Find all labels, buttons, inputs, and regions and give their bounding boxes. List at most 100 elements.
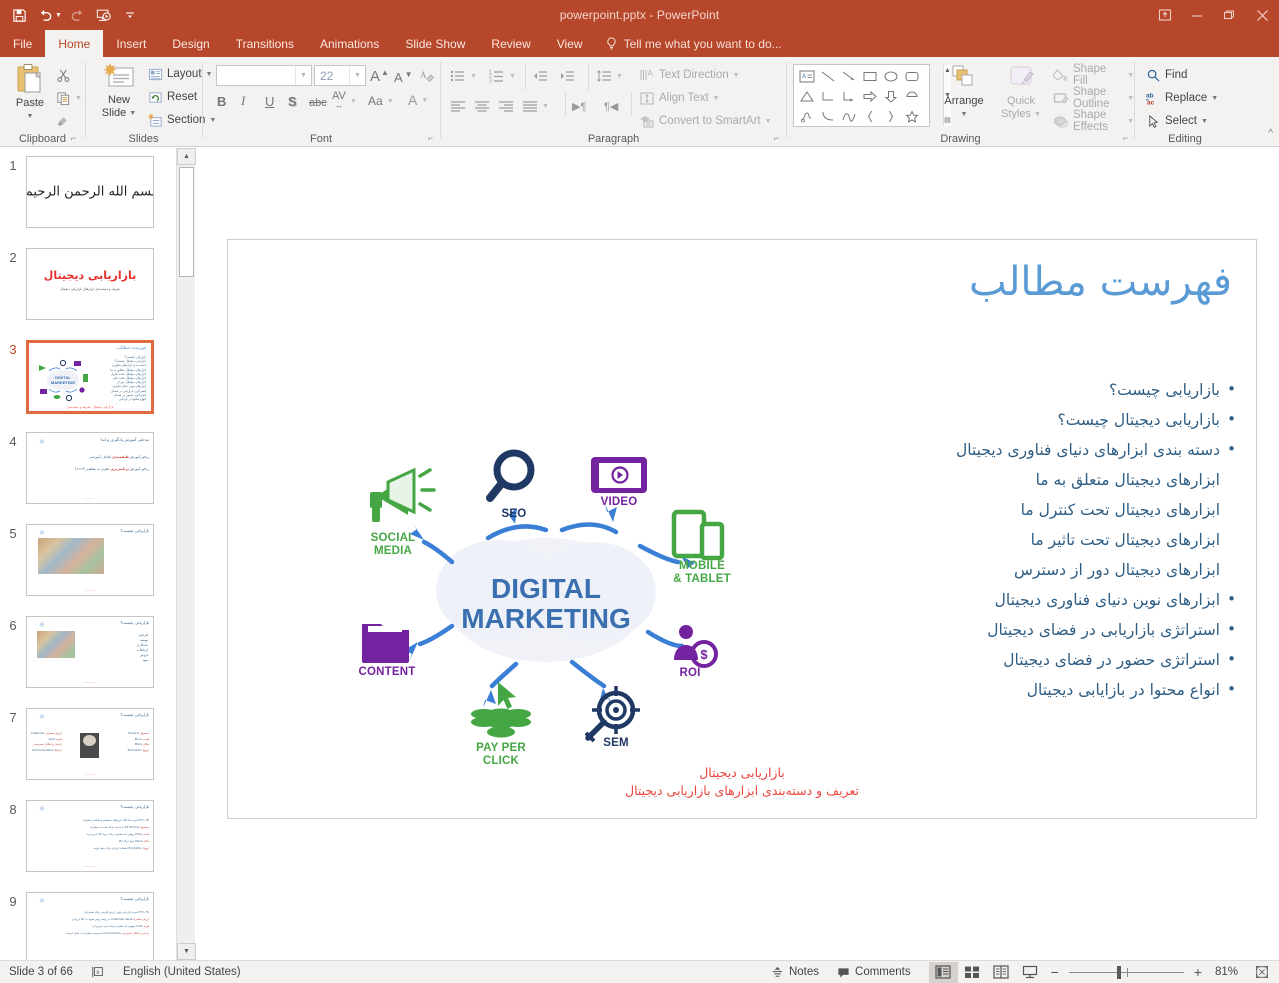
shape-textbox-icon[interactable]: A (796, 66, 817, 86)
strikethrough-button[interactable]: abc (309, 92, 327, 114)
character-spacing-dropdown-icon[interactable]: ▼ (350, 98, 357, 105)
text-shadow-button[interactable]: S (288, 90, 297, 112)
cut-button[interactable] (56, 64, 71, 86)
numbering-button[interactable]: 123 ▼ (489, 65, 516, 87)
quick-styles-button[interactable]: Quick Styles ▼ (995, 64, 1047, 121)
thumbnail-item-3[interactable]: 3 فهرست مطالب بازاریابی چیست؟ بازاریابی د… (0, 340, 176, 414)
align-text-dropdown-icon[interactable]: ▼ (713, 95, 720, 102)
slide-show-view-button[interactable] (1016, 962, 1045, 983)
start-slideshow-icon[interactable] (92, 3, 116, 27)
font-name-combo[interactable]: ▼ (216, 65, 312, 86)
spell-check-icon[interactable]: x (82, 961, 114, 983)
line-spacing-button[interactable]: ▼ (596, 65, 623, 87)
list-item[interactable]: انواع محتوا در بازایابی دیجیتال (856, 674, 1236, 705)
ribbon-display-options-icon[interactable] (1149, 0, 1181, 30)
quick-styles-dropdown-icon[interactable]: ▼ (1034, 108, 1041, 121)
shape-oval-icon[interactable] (880, 66, 901, 86)
tab-file[interactable]: File (0, 30, 45, 57)
decrease-indent-button[interactable] (532, 65, 548, 87)
list-item[interactable]: ابزارهای نوین دنیای فناوری دیجیتال (856, 584, 1236, 615)
thumbnail-item-6[interactable]: 6 بازاریابی چیست؟ ✵ افزایش توسعه ماندگاری ا… (0, 616, 176, 688)
slide-thumbnail-pane[interactable]: 1 بسم الله الرحمن الرحیم 2 بازاریابی دیج… (0, 148, 176, 960)
shape-fill-dropdown-icon[interactable]: ▼ (1127, 72, 1134, 79)
select-button[interactable]: Select ▼ (1146, 110, 1208, 132)
thumbnail-scroll-down-button[interactable]: ▼ (177, 943, 196, 960)
undo-dropdown-icon[interactable]: ▼ (55, 12, 62, 19)
list-item[interactable]: ابزارهای دیجیتال تحت تاثیر ما (856, 525, 1236, 555)
slide-canvas[interactable]: فهرست مطالب بازاریابی چیست؟ بازاریابی دی… (227, 239, 1257, 819)
thumbnail-item-7[interactable]: 7 بازاریابی چیست؟ ✵ محصول Product قیمت Pr… (0, 708, 176, 780)
language-indicator[interactable]: English (United States) (114, 961, 250, 983)
shape-curve-icon[interactable] (817, 106, 838, 126)
slide-footer[interactable]: بازاریابی دیجیتال تعریف و دسته‌بندی ابزا… (228, 764, 1256, 800)
normal-view-button[interactable] (928, 961, 958, 983)
new-slide-button[interactable]: New Slide ▼ (92, 63, 146, 120)
redo-icon[interactable] (66, 3, 90, 27)
list-item[interactable]: استراتژی بازاریابی در فضای دیجیتال (856, 614, 1236, 645)
quick-access-toolbar[interactable]: ▼ (0, 3, 142, 27)
shape-scribble-icon[interactable] (796, 106, 817, 126)
clear-formatting-button[interactable]: A (419, 65, 435, 87)
select-dropdown-icon[interactable]: ▼ (1201, 118, 1208, 125)
shapes-gallery[interactable]: A ▲ ▼ ▤ (793, 64, 951, 127)
smartart-dropdown-icon[interactable]: ▼ (765, 118, 772, 125)
align-left-button[interactable] (450, 95, 466, 117)
paragraph-dialog-launcher[interactable]: ⌐ (771, 133, 782, 144)
list-item[interactable]: استراتژی حضور در فضای دیجیتال (856, 644, 1236, 675)
italic-button[interactable]: I (241, 90, 245, 112)
zoom-slider[interactable] (1065, 961, 1188, 983)
rtl-direction-button[interactable]: ¶◀ (604, 95, 618, 117)
window-controls[interactable] (1149, 0, 1279, 30)
thumbnail-item-5[interactable]: 5 بازاریابی چیست؟ ✵ — —— (0, 524, 176, 596)
font-name-dropdown-icon[interactable]: ▼ (295, 66, 311, 85)
thumbnail-item-1[interactable]: 1 بسم الله الرحمن الرحیم (0, 156, 176, 228)
zoom-in-button[interactable]: + (1188, 961, 1208, 983)
slide-indicator[interactable]: Slide 3 of 66 (0, 961, 82, 983)
slide-bullet-list[interactable]: بازاریابی چیست؟ بازاریابی دیجیتال چیست؟ … (856, 374, 1236, 705)
ribbon-tabs[interactable]: File Home Insert Design Transitions Anim… (0, 30, 1279, 87)
thumbnail-slide-preview[interactable]: مدخلی آموزش یادگیری و ابدا ریاض آموزش طب… (26, 432, 154, 504)
font-color-button[interactable]: A ▼ (408, 89, 428, 111)
shape-elbow-arrow-icon[interactable] (838, 86, 859, 106)
undo-icon[interactable] (33, 3, 57, 27)
underline-button[interactable]: U (265, 90, 274, 112)
font-size-dropdown-icon[interactable]: ▼ (349, 66, 365, 85)
tell-me-box[interactable]: Tell me what you want to do... (596, 30, 792, 57)
numbering-dropdown-icon[interactable]: ▼ (509, 73, 516, 80)
font-dialog-launcher[interactable]: ⌐ (425, 133, 436, 144)
change-case-dropdown-icon[interactable]: ▼ (387, 98, 394, 105)
save-icon[interactable] (7, 3, 31, 27)
arrange-button[interactable]: Arrange ▼ (935, 64, 993, 121)
collapse-ribbon-button[interactable]: ^ (1268, 122, 1273, 144)
thumbnail-slide-preview[interactable]: بسم الله الرحمن الرحیم (26, 156, 154, 228)
thumbnail-slide-preview[interactable]: بازاریابی چیست؟ ✵ محصول Product قیمت Pric… (26, 708, 154, 780)
shape-fill-button[interactable]: Shape Fill ▼ (1053, 63, 1134, 87)
slide-title[interactable]: فهرست مطالب (969, 258, 1232, 306)
line-spacing-dropdown-icon[interactable]: ▼ (616, 73, 623, 80)
ltr-direction-button[interactable]: ▶¶ (572, 95, 586, 117)
align-text-button[interactable]: Align Text ▼ (639, 87, 720, 109)
tab-slide-show[interactable]: Slide Show (392, 30, 478, 57)
list-item[interactable]: ابزارهای دیجیتال تحت کنترل ما (856, 495, 1236, 525)
text-direction-button[interactable]: A Text Direction ▼ (639, 64, 740, 86)
thumbnail-slide-preview[interactable]: بازاریابی چیست؟ ✵ ۴C یا ۴P آمیزه بازاریا… (26, 892, 154, 960)
new-slide-dropdown-icon[interactable]: ▼ (129, 107, 136, 120)
increase-indent-button[interactable] (559, 65, 575, 87)
convert-to-smartart-button[interactable]: Convert to SmartArt ▼ (639, 110, 772, 132)
tab-view[interactable]: View (544, 30, 596, 57)
increase-font-size-button[interactable]: A ▲ (370, 65, 392, 87)
character-spacing-button[interactable]: AV ↔ ▼ (332, 90, 357, 112)
thumbnail-scroll-thumb[interactable] (179, 167, 194, 277)
thumbnail-item-2[interactable]: 2 بازاریابی دیجیتال تعریف و دسته‌بندی اب… (0, 248, 176, 320)
font-size-combo[interactable]: 22 ▼ (314, 65, 366, 86)
thumbnail-item-4[interactable]: 4 مدخلی آموزش یادگیری و ابدا ریاض آموزش … (0, 432, 176, 504)
replace-dropdown-icon[interactable]: ▼ (1211, 95, 1218, 102)
find-button[interactable]: Find (1146, 64, 1187, 86)
change-case-button[interactable]: Aa ▼ (368, 90, 394, 112)
shape-pie-icon[interactable] (901, 86, 922, 106)
shape-arrow-icon[interactable] (838, 66, 859, 86)
tab-design[interactable]: Design (159, 30, 222, 57)
minimize-icon[interactable] (1181, 0, 1213, 30)
thumbnail-slide-preview[interactable]: فهرست مطالب بازاریابی چیست؟ بازاریابی دیج… (26, 340, 154, 414)
clipboard-dialog-launcher[interactable]: ⌐ (68, 133, 79, 144)
